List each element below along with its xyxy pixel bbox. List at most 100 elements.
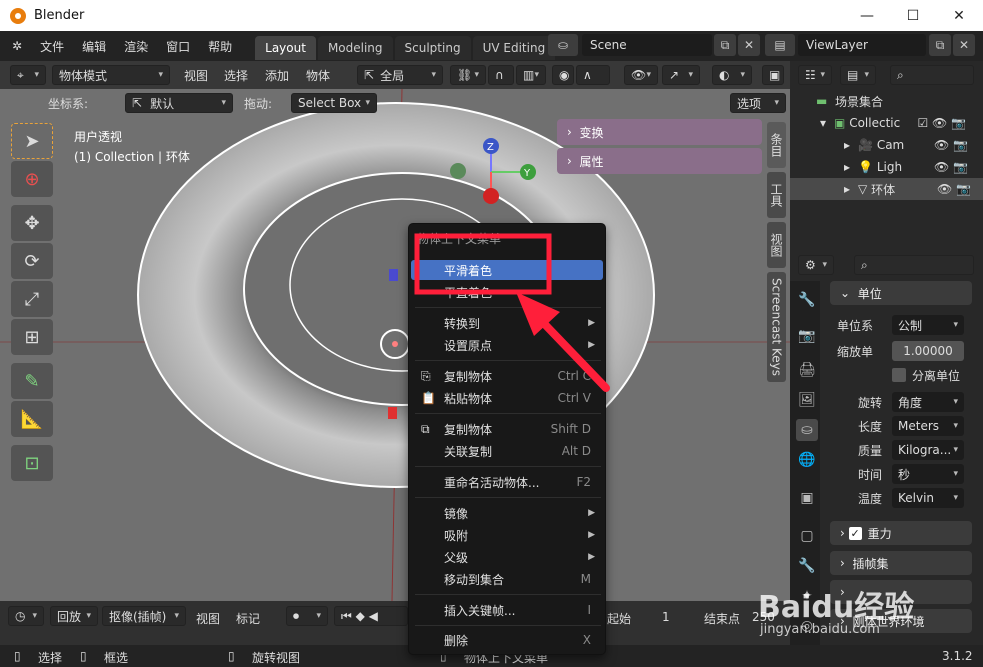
menu-item-shade-smooth[interactable]: 平滑着色 bbox=[411, 260, 603, 280]
3d-viewport[interactable]: Z Y 坐标系: ⇱ 默认 ▾ 拖动: Select Box ▾ 选项 ▾ 用户透视 … bbox=[0, 89, 790, 601]
scene-collection-row[interactable]: ▬ 场景集合 bbox=[816, 90, 883, 112]
collection-checkbox-icon[interactable]: ☑ 👁 📷 bbox=[917, 116, 966, 130]
separate-units-checkbox[interactable] bbox=[892, 368, 906, 382]
annotate-tool[interactable]: ✎ bbox=[11, 363, 53, 399]
viewlayer-icon[interactable]: ▤ bbox=[765, 34, 795, 56]
outliner-search[interactable]: ⌕ bbox=[890, 65, 974, 85]
proportional-edit-toggle[interactable]: ◉ bbox=[552, 65, 574, 85]
light-visibility-icon[interactable]: 👁 📷 bbox=[934, 160, 968, 174]
scene-remove-icon[interactable]: ✕ bbox=[738, 34, 760, 56]
camera-visibility-icon[interactable]: 👁 📷 bbox=[934, 138, 968, 152]
overlay-dropdown[interactable]: ◐ ▾ bbox=[712, 65, 752, 85]
props-search[interactable]: ⌕ bbox=[854, 255, 974, 275]
xray-toggle[interactable]: ▣ bbox=[762, 65, 784, 85]
menu-item-parent[interactable]: 父级 ▶ bbox=[411, 547, 603, 567]
maximize-button[interactable]: ☐ bbox=[890, 0, 936, 31]
outliner-display-mode[interactable]: ▤ ▾ bbox=[840, 65, 876, 85]
menu-item-rename[interactable]: 重命名活动物体... F2 bbox=[411, 472, 603, 492]
minimize-button[interactable]: — bbox=[844, 0, 890, 31]
playback-dropdown[interactable]: 回放 ▾ bbox=[50, 606, 98, 626]
keying-sets-section[interactable]: › 插帧集 bbox=[830, 551, 972, 575]
menu-add[interactable]: 添加 bbox=[265, 67, 289, 84]
gravity-checkbox[interactable]: ✓ bbox=[848, 526, 862, 540]
tab-uv-editing[interactable]: UV Editing bbox=[472, 36, 556, 60]
modifier-props-icon[interactable]: 🔧 bbox=[796, 555, 818, 577]
timeline-marker-menu[interactable]: 标记 bbox=[236, 610, 260, 627]
rotation-dropdown[interactable]: 角度 ▾ bbox=[892, 392, 964, 412]
coord-dropdown[interactable]: ⇱ 默认 ▾ bbox=[125, 93, 233, 113]
rotate-tool[interactable]: ⟳ bbox=[11, 243, 53, 279]
scale-tool[interactable]: ⤢ bbox=[11, 281, 53, 317]
npanel-transform[interactable]: › 变换 bbox=[557, 119, 762, 145]
scene-copy-icon[interactable]: ⧉ bbox=[714, 34, 736, 56]
pivot-dropdown[interactable]: ⛓ ▾ bbox=[450, 65, 486, 85]
outliner-item-light[interactable]: ▸ 💡 Ligh 👁 📷 bbox=[844, 156, 980, 178]
close-button[interactable]: ✕ bbox=[936, 0, 982, 31]
transform-tool[interactable]: ⊞ bbox=[11, 319, 53, 355]
gravity-section[interactable]: › ✓ 重力 bbox=[830, 521, 972, 545]
menu-edit[interactable]: 编辑 bbox=[73, 38, 115, 55]
temp-dropdown[interactable]: Kelvin ▾ bbox=[892, 488, 964, 508]
transform-orientation-dropdown[interactable]: ⇱ 全局 ▾ bbox=[357, 65, 443, 85]
visibility-dropdown[interactable]: 👁 ▾ bbox=[624, 65, 658, 85]
mass-dropdown[interactable]: Kilogra... ▾ bbox=[892, 440, 964, 460]
output-props-icon[interactable]: 🖨 bbox=[796, 359, 818, 381]
menu-item-move-to-collection[interactable]: 移动到集合 M bbox=[411, 569, 603, 589]
tab-modeling[interactable]: Modeling bbox=[317, 36, 393, 60]
menu-view[interactable]: 视图 bbox=[184, 67, 208, 84]
torus-visibility-icon[interactable]: 👁 📷 bbox=[937, 182, 971, 196]
vtab-item[interactable]: 条目 bbox=[767, 122, 786, 168]
drag-dropdown[interactable]: Select Box ▾ bbox=[291, 93, 377, 113]
timeline-view-menu[interactable]: 视图 bbox=[196, 610, 220, 627]
viewlayer-field[interactable]: ViewLayer bbox=[798, 34, 926, 56]
scale-field[interactable]: 1.00000 bbox=[892, 341, 964, 361]
viewlayer-copy-icon[interactable]: ⧉ bbox=[929, 34, 951, 56]
separate-units-row[interactable]: 分离单位 bbox=[892, 364, 960, 386]
blender-menu-icon[interactable]: ✲ bbox=[0, 39, 31, 53]
props-editor-type[interactable]: ⚙ ▾ bbox=[798, 255, 834, 275]
menu-window[interactable]: 窗口 bbox=[157, 38, 199, 55]
menu-item-duplicate-objects[interactable]: ⧉ 复制物体 Shift D bbox=[411, 419, 603, 439]
viewlayer-remove-icon[interactable]: ✕ bbox=[953, 34, 975, 56]
tab-layout[interactable]: Layout bbox=[255, 36, 316, 60]
mode-dropdown[interactable]: 物体模式 ▾ bbox=[52, 65, 170, 85]
render-props-icon[interactable]: 📷 bbox=[796, 325, 818, 347]
vtab-view[interactable]: 视图 bbox=[767, 222, 786, 268]
view-layer-props-icon[interactable]: 🖼 bbox=[796, 389, 818, 411]
menu-file[interactable]: 文件 bbox=[31, 38, 73, 55]
falloff-dropdown[interactable]: ∧ bbox=[576, 65, 610, 85]
editor-type-dropdown[interactable]: ⌖ ▾ bbox=[10, 65, 46, 85]
object-props-icon[interactable]: ▢ bbox=[796, 525, 818, 547]
menu-select[interactable]: 选择 bbox=[224, 67, 248, 84]
scene-field[interactable]: Scene bbox=[582, 34, 712, 56]
outliner-item-camera[interactable]: ▸ 🎥 Cam 👁 📷 bbox=[844, 134, 980, 156]
world-props-icon[interactable]: 🌐 bbox=[796, 449, 818, 471]
menu-item-insert-keyframe[interactable]: 插入关键帧... I bbox=[411, 600, 603, 620]
menu-item-set-origin[interactable]: 设置原点 ▶ bbox=[411, 335, 603, 355]
menu-item-shade-flat[interactable]: 平直着色 bbox=[411, 282, 603, 302]
menu-item-copy-objects[interactable]: ⎘ 复制物体 Ctrl C bbox=[411, 366, 603, 386]
length-dropdown[interactable]: Meters ▾ bbox=[892, 416, 964, 436]
snap-target-dropdown[interactable]: ▥ ▾ bbox=[516, 65, 546, 85]
keying-dropdown[interactable]: 抠像(插帧) ▾ bbox=[102, 606, 186, 626]
cursor-tool[interactable]: ⊕ bbox=[11, 161, 53, 197]
start-value[interactable]: 1 bbox=[662, 610, 670, 624]
menu-render[interactable]: 渲染 bbox=[115, 38, 157, 55]
playback-controls[interactable]: ⏮ ◆ ◀ bbox=[334, 606, 408, 626]
collection-props-icon[interactable]: ▣ bbox=[796, 487, 818, 509]
menu-object[interactable]: 物体 bbox=[306, 67, 330, 84]
menu-item-delete[interactable]: 删除 X bbox=[411, 630, 603, 650]
tool-props-icon[interactable]: 🔧 bbox=[796, 289, 818, 311]
move-tool[interactable]: ✥ bbox=[11, 205, 53, 241]
snap-toggle[interactable]: ∩ bbox=[488, 65, 514, 85]
unit-system-dropdown[interactable]: 公制 ▾ bbox=[892, 315, 964, 335]
vtab-tool[interactable]: 工具 bbox=[767, 172, 786, 218]
scene-props-icon[interactable]: ⛀ bbox=[796, 419, 818, 441]
menu-item-duplicate-linked[interactable]: 关联复制 Alt D bbox=[411, 441, 603, 461]
time-dropdown[interactable]: 秒 ▾ bbox=[892, 464, 964, 484]
vtab-screencast-keys[interactable]: Screencast Keys bbox=[767, 272, 786, 382]
menu-item-mirror[interactable]: 镜像 ▶ bbox=[411, 503, 603, 523]
gizmo-dropdown[interactable]: ↗ ▾ bbox=[662, 65, 700, 85]
outliner-item-torus[interactable]: ▸ ▽ 环体 👁 📷 bbox=[790, 178, 983, 200]
outliner-editor-type[interactable]: ☷ ▾ bbox=[798, 65, 832, 85]
